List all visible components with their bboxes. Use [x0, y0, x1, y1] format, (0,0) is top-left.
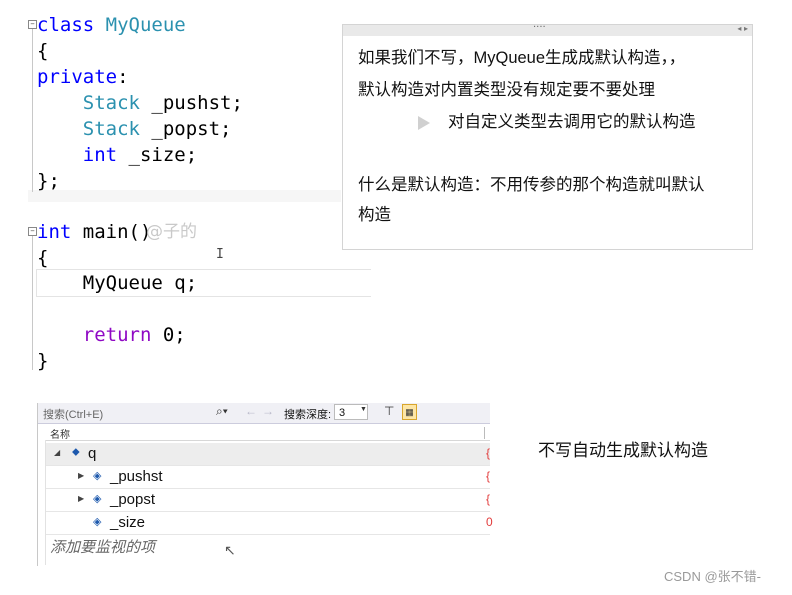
code-line-member-popst: Stack _popst;: [82, 118, 232, 140]
side-note: 不写自动生成默认构造: [538, 441, 708, 460]
code-line-class: class MyQueue: [37, 14, 186, 36]
chevron-down-icon[interactable]: ▼: [360, 406, 367, 413]
fold-guide-class: [32, 24, 33, 192]
watch-column-header: 名称: [46, 425, 490, 441]
ghost-ime-text: @子的: [146, 222, 197, 242]
watch-search-input[interactable]: 搜索(Ctrl+E): [43, 406, 103, 422]
watch-row-size[interactable]: ◈ _size 0: [46, 512, 493, 535]
value-marker: {: [486, 492, 491, 506]
collapse-class-button[interactable]: −: [28, 20, 37, 29]
value-marker: {: [486, 446, 491, 460]
code-line-member-size: int _size;: [82, 144, 198, 166]
note-bullet-item: 对自定义类型去调用它的默认构造: [448, 113, 696, 131]
watch-row-name: _popst: [110, 491, 156, 508]
note-line-3: 什么是默认构造：不用传参的那个构造就叫默认: [358, 176, 705, 194]
notes-panel: ···· ◂ ▸ 如果我们不写，MyQueue生成成默认构造，， 默认构造对内置…: [342, 22, 753, 250]
notes-panel-titlebar[interactable]: ···· ◂ ▸: [343, 22, 752, 36]
watch-row-q[interactable]: ◢ ⬥ q {: [46, 443, 490, 466]
watch-row-name: q: [88, 445, 97, 462]
search-depth-label: 搜索深度:: [284, 409, 332, 421]
view-toggle-icon[interactable]: ▦: [402, 404, 417, 420]
forward-arrow-icon[interactable]: →: [262, 404, 274, 418]
code-line-main-close: }: [37, 350, 49, 372]
note-line-4: 构造: [358, 206, 391, 224]
note-line-1: 如果我们不写，MyQueue生成成默认构造，，: [358, 49, 686, 67]
collapse-triangle-icon[interactable]: ◢: [54, 448, 60, 457]
code-line-private: private:: [37, 66, 129, 88]
code-line-main: int main(): [37, 221, 152, 243]
add-watch-item[interactable]: 添加要监视的项: [50, 536, 155, 557]
value-marker: {: [486, 469, 491, 483]
drag-handle-icon[interactable]: ····: [533, 21, 546, 35]
value-marker: 0: [486, 515, 493, 529]
field-icon: ◈: [93, 470, 102, 482]
watermark: CSDN @张不错-: [664, 569, 761, 584]
code-line-declaration: MyQueue q;: [37, 272, 198, 294]
watch-toolbar: 搜索(Ctrl+E) ⌕▾ ← → 搜索深度: 3 ▼ ⊤ ▦: [38, 403, 490, 424]
watch-row-name: _pushst: [110, 468, 163, 485]
column-name-label: 名称: [50, 430, 70, 441]
fold-guide-main: [32, 232, 33, 370]
watch-row-popst[interactable]: ▶ ◈ _popst {: [46, 489, 490, 512]
field-icon: ◈: [93, 516, 102, 528]
code-line-return: return 0;: [82, 324, 186, 346]
collapse-main-button[interactable]: −: [28, 227, 37, 236]
code-line-open-brace: {: [37, 40, 49, 62]
code-line-member-pushst: Stack _pushst;: [82, 92, 243, 114]
code-line-main-open: {: [37, 247, 49, 269]
pin-filter-icon[interactable]: ⊤: [384, 404, 394, 418]
code-editor[interactable]: − − class MyQueue { private: Stack _push…: [28, 0, 371, 375]
search-icon[interactable]: ⌕▾: [216, 404, 228, 419]
bullet-arrow-icon: [418, 116, 430, 130]
code-line-close-class: };: [37, 170, 60, 192]
column-separator[interactable]: [484, 427, 485, 439]
expand-triangle-icon[interactable]: ▶: [78, 494, 84, 503]
watch-row-pushst[interactable]: ▶ ◈ _pushst {: [46, 466, 490, 489]
editor-gap: [28, 190, 341, 202]
mouse-pointer-icon: ↖: [224, 542, 236, 558]
back-arrow-icon[interactable]: ←: [245, 404, 257, 418]
field-icon: ◈: [93, 493, 102, 505]
object-icon: ⬥: [72, 446, 80, 458]
watch-row-name: _size: [110, 514, 146, 531]
expand-triangle-icon[interactable]: ▶: [78, 471, 84, 480]
note-line-2: 默认构造对内置类型没有规定要不要处理: [358, 81, 655, 99]
watch-window: 搜索(Ctrl+E) ⌕▾ ← → 搜索深度: 3 ▼ ⊤ ▦ 名称 ◢ ⬥ q…: [37, 403, 493, 566]
scroll-arrows-icon[interactable]: ◂ ▸: [737, 23, 748, 35]
text-cursor-icon: I: [216, 247, 224, 262]
